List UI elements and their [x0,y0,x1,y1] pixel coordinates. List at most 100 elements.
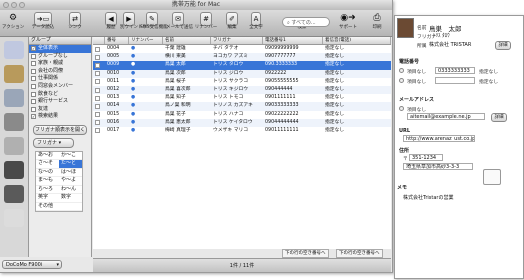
sms-button[interactable]: ✎ SMS受信機能 [140,11,168,36]
memo-icon[interactable] [4,113,24,131]
column-header[interactable] [93,37,105,44]
row-checkbox[interactable] [95,128,100,134]
column-header[interactable]: 名前 [163,37,211,44]
table-row[interactable]: 0012 ● 鳥巣 喜次郎 トリス キジロウ 090444444 指定なし [93,85,391,95]
row-checkbox[interactable] [95,112,100,118]
column-header[interactable]: フリガナ [211,37,263,44]
print-button[interactable]: ⎙ 印刷 [366,11,388,36]
renumber-button[interactable]: # リナンバー [194,11,218,36]
trash-icon[interactable] [4,209,24,227]
window-button[interactable]: ▶ 別ウインドウ [120,11,147,36]
column-header[interactable]: 番号 [105,37,129,44]
row-checkbox[interactable] [95,62,100,68]
address-field[interactable]: 埼玉県草加市高砂3-3-3 [403,163,473,170]
table-row[interactable]: 0010 ● 鳥巣 次郎 トリス ジロウ 0922222 指定なし [93,69,391,78]
group-item[interactable]: 銀行サービス [29,98,91,106]
phone-field-2[interactable] [435,77,475,84]
card-icon[interactable] [4,89,24,107]
row-checkbox[interactable] [95,87,100,93]
group-checkbox[interactable] [31,99,36,105]
row-checkbox[interactable] [95,54,100,60]
kana-cell[interactable]: さ〜そ [36,160,59,169]
group-item[interactable]: 同窓会メンバー [29,83,91,91]
group-checkbox[interactable] [31,83,36,89]
mail-type-icon[interactable] [399,106,404,111]
row-checkbox[interactable] [95,71,100,77]
nav-prev-button[interactable]: 下の行の空き番号へ [282,249,329,258]
group-item[interactable]: 家族・親戚 [29,60,91,68]
mail-field[interactable]: aitemail@example.ne.jp [407,113,485,120]
table-row[interactable]: 0016 ● 鳥巣 恵太郎 トリス ケイタロウ 09044444444 指定なし [93,118,391,127]
group-checkbox[interactable] [31,68,36,74]
kana-cell[interactable]: 数字 [59,194,82,203]
folder-icon[interactable] [4,65,24,83]
search-input[interactable]: ⌕ すべての... [282,17,330,27]
kana-select[interactable]: フリガナ ▾ [33,137,74,148]
group-checkbox[interactable] [31,106,36,112]
add-phone-icon[interactable] [399,78,404,83]
table-row[interactable]: 0015 ● 鳥巣 花子 トリス ハナコ 09022222222 指定なし [93,111,391,119]
group-detail-button[interactable]: 詳細 [495,41,511,50]
group-checkbox[interactable] [31,76,36,82]
calendar-icon[interactable] [4,137,24,155]
group-checkbox[interactable]: ✓ [31,46,36,51]
group-checkbox[interactable]: ✓ [31,114,36,120]
table-row[interactable]: 0004 ● 千葉 建雄 チバ タテオ 09099999999 指定なし [93,45,391,53]
table-row[interactable]: 0014 ● 鳥ノ巣 和明 トリノス カズアキ 09033333333 指定なし [93,102,391,111]
backup-icon[interactable] [4,185,24,203]
mail-send-button[interactable]: ✉ メールで送信 [166,11,193,36]
contact-photo[interactable] [397,18,414,38]
table-row[interactable]: 0005 ● 横川 東美 ヨコカワ アズミ 0907777777 指定なし [93,53,391,62]
action-button[interactable]: ⚙ アクション [2,11,24,36]
import-button[interactable]: ➜▭ データ読込 [28,11,58,36]
contact-group[interactable]: 株式会社 TRISTAR [429,41,471,48]
phone-field-1[interactable]: 0333333333 [435,67,475,74]
zoom-window-button[interactable] [19,2,25,8]
column-header[interactable]: 着信音(電話) [323,37,391,44]
table-row[interactable]: 0013 ● 鳥巣 知子 トリス トモコ 0901111111 指定なし [93,94,391,102]
history-button[interactable]: ◀ 履歴 [102,11,120,36]
group-item[interactable]: 仕事関係 [29,75,91,83]
group-checkbox[interactable] [31,61,36,67]
contact-kana[interactable]: ﾄﾘｽ ﾀﾛｳ [433,32,450,39]
row-checkbox[interactable] [95,120,100,126]
group-checkbox[interactable] [31,91,36,97]
kana-cell[interactable]: か〜こ [59,152,82,161]
phone-icon[interactable] [4,41,24,59]
kana-order-button[interactable]: フリガナ順表示を開く [33,124,87,135]
device-select[interactable]: DoCoMo F900i ▾ [2,260,62,269]
table-row[interactable]: 0017 ● 梅崎 真理子 ウメザキ マリコ 09011111111 指定なし [93,127,391,135]
url-field[interactable]: http://www.arenaz_ust.co.jp [403,135,475,142]
kana-cell[interactable]: その他 [36,203,59,212]
kana-cell[interactable]: た〜と [59,160,82,169]
row-checkbox[interactable] [95,103,100,109]
kana-cell[interactable]: や〜よ [59,177,82,186]
kana-cell[interactable]: な〜の [36,169,59,178]
group-checkbox[interactable] [31,53,36,59]
column-header[interactable]: 電話番号1 [263,37,323,44]
kana-cell[interactable]: 英字 [36,194,59,203]
support-button[interactable]: ◉➜ サポート [334,11,362,36]
edit-button[interactable]: ✐ 編集 [222,11,242,36]
disk-icon[interactable] [4,161,24,179]
table-row[interactable]: 0011 ● 鳥巣 桜子 トリス サクラコ 09055555555 指定なし [93,78,391,86]
row-checkbox[interactable] [95,46,100,52]
mail-detail-button[interactable]: 詳細 [491,113,507,122]
close-window-button[interactable] [3,2,9,8]
sync-button[interactable]: ⇄ シンク [62,11,88,36]
text-button[interactable]: A 全文字 [246,11,266,36]
map-thumbnail[interactable] [483,169,501,185]
group-item[interactable]: ✓ 検索結果 [29,113,91,121]
group-item[interactable]: ✓ 全体表示 [29,45,91,53]
minimize-window-button[interactable] [11,2,17,8]
row-checkbox[interactable] [95,95,100,101]
memo-text[interactable]: 株式会社Tristarの営業 [403,194,453,201]
nav-next-button[interactable]: 下の行の空き番号へ [336,249,383,258]
row-checkbox[interactable] [95,79,100,85]
column-header[interactable]: リナンバー [129,37,163,44]
remove-phone-icon[interactable] [399,68,404,73]
postal-field[interactable]: 351-1234 [409,154,443,161]
kana-cell[interactable] [59,203,82,212]
table-row[interactable]: 0009 ● 鳥巣 太郎 トリス タロウ 090.3333333 指定なし [93,61,391,70]
kana-cell[interactable]: ま〜も [36,177,59,186]
